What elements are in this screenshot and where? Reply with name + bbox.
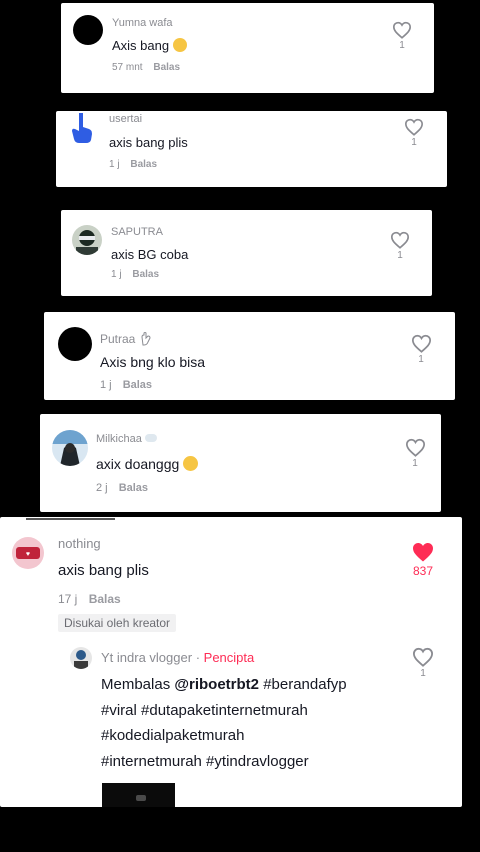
comment-username[interactable]: SAPUTRA <box>111 226 163 238</box>
comment-card-5: Milkichaa axix doanggg 2 j Balas 1 <box>40 414 441 512</box>
creator-reply-line-1: Membalas @riboetrbt2 #berandafyp <box>101 676 347 693</box>
crying-face-emoji <box>172 38 187 52</box>
creator-reply-line-4[interactable]: #internetmurah #ytindravlogger <box>101 753 309 770</box>
progress-divider <box>26 518 115 520</box>
heart-filled-icon <box>413 543 433 562</box>
hashtag-link[interactable]: #berandafyp <box>263 676 346 693</box>
comment-time: 17 j <box>58 592 78 606</box>
waving-hand-icon <box>141 332 151 346</box>
avatar[interactable]: ♥ <box>10 535 46 571</box>
heart-outline-icon <box>412 647 434 667</box>
reply-button[interactable]: Balas <box>153 62 180 73</box>
comment-text: Axis bang <box>112 38 187 53</box>
comment-username[interactable]: nothing <box>58 536 101 551</box>
comment-username[interactable]: Milkichaa <box>96 433 157 445</box>
comment-text: axis bang plis <box>109 135 188 150</box>
reply-button[interactable]: Balas <box>119 482 148 494</box>
comment-time: 1 j <box>100 379 112 391</box>
avatar[interactable] <box>58 327 92 361</box>
like-button[interactable]: 1 <box>387 231 413 261</box>
avatar[interactable] <box>70 113 94 143</box>
comment-text: axix doanggg <box>96 456 199 472</box>
heart-outline-icon <box>404 118 424 136</box>
comment-meta: 57 mnt Balas <box>112 62 188 73</box>
creator-role-label: Pencipta <box>203 650 255 665</box>
profile-photo-icon: ♥ <box>12 537 44 569</box>
avatar[interactable] <box>73 15 103 45</box>
heart-outline-icon <box>405 438 425 457</box>
video-thumbnail[interactable] <box>102 783 175 807</box>
comment-time: 57 mnt <box>112 62 143 73</box>
like-count: 837 <box>412 564 434 578</box>
profile-photo-icon <box>76 230 98 255</box>
like-button[interactable]: 1 <box>408 334 434 365</box>
comment-username[interactable]: usertai <box>109 113 142 125</box>
heart-outline-icon <box>390 231 410 249</box>
heart-outline-icon <box>392 21 412 39</box>
creator-reply-line-3[interactable]: #kodedialpaketmurah <box>101 727 244 744</box>
comment-username[interactable]: Putraa <box>100 332 153 346</box>
like-button[interactable]: 1 <box>401 118 427 148</box>
creator-reply-header[interactable]: Yt indra vlogger · Pencipta <box>101 650 254 665</box>
comment-username[interactable]: Yumna wafa <box>112 17 173 29</box>
like-count: 1 <box>420 668 426 679</box>
like-count: 1 <box>397 250 403 261</box>
reply-button[interactable]: Balas <box>130 159 157 170</box>
creator-avatar[interactable] <box>70 647 92 669</box>
reply-button[interactable]: Balas <box>89 592 121 606</box>
svg-text:♥: ♥ <box>26 551 30 558</box>
comment-text: axis BG coba <box>111 247 189 262</box>
cloud-emoji <box>144 434 157 442</box>
comment-card-4: Putraa Axis bng klo bisa 1 j Balas 1 <box>44 312 455 400</box>
like-count: 1 <box>411 137 417 148</box>
profile-photo-icon <box>74 650 88 669</box>
comment-card-1: Yumna wafa Axis bang 57 mnt Balas 1 <box>61 3 434 93</box>
like-button[interactable]: 837 <box>406 541 440 578</box>
comment-card-3: SAPUTRA axis BG coba 1 j Balas 1 <box>61 210 432 296</box>
comment-meta: 1 j Balas <box>111 269 167 280</box>
avatar[interactable] <box>72 225 102 255</box>
avatar[interactable] <box>52 430 88 466</box>
like-count: 1 <box>399 40 405 51</box>
like-count: 1 <box>412 458 418 469</box>
reply-button[interactable]: Balas <box>123 379 152 391</box>
comment-meta: 2 j Balas <box>96 482 156 494</box>
thumbnail-glimpse <box>136 795 146 801</box>
liked-by-creator-badge: Disukai oleh kreator <box>58 614 177 632</box>
comment-time: 2 j <box>96 482 108 494</box>
like-count: 1 <box>418 354 424 365</box>
comment-meta: 1 j Balas <box>109 159 165 170</box>
creator-reply-line-2[interactable]: #viral #dutapaketinternetmurah <box>101 702 308 719</box>
like-button[interactable]: 1 <box>402 438 428 469</box>
comment-text: Axis bng klo bisa <box>100 354 206 370</box>
comment-time: 1 j <box>109 159 120 170</box>
like-button[interactable]: 1 <box>389 21 415 51</box>
comment-time: 1 j <box>111 269 122 280</box>
comment-card-6: ♥ nothing axis bang plis 17 j Balas Disu… <box>0 517 462 807</box>
comment-text: axis bang plis <box>58 562 149 579</box>
comment-meta: 17 j Balas <box>58 592 129 606</box>
mention-link[interactable]: @riboetrbt2 <box>174 676 259 693</box>
comment-card-2: usertai axis bang plis 1 j Balas 1 <box>56 111 447 187</box>
pointing-hand-icon <box>72 113 92 143</box>
like-button[interactable]: 1 <box>410 647 436 679</box>
creator-username[interactable]: Yt indra vlogger <box>101 650 192 665</box>
comment-meta: 1 j Balas <box>100 379 160 391</box>
grimacing-face-emoji <box>183 456 199 471</box>
reply-button[interactable]: Balas <box>132 269 159 280</box>
profile-photo-icon <box>52 430 88 466</box>
heart-outline-icon <box>411 334 431 353</box>
